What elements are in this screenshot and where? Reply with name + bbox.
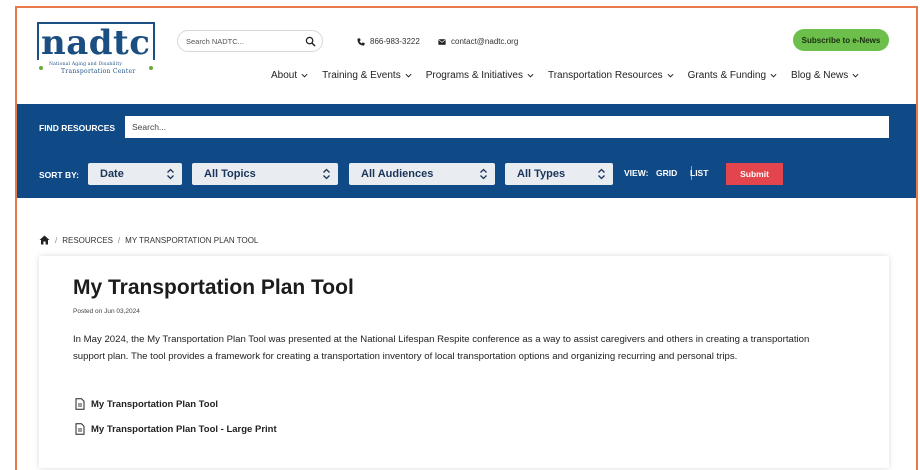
nav-label: About bbox=[271, 70, 298, 81]
chevron-down-icon bbox=[527, 73, 534, 78]
types-select-value: All Types bbox=[517, 168, 566, 180]
chevron-down-icon bbox=[770, 73, 777, 78]
main-nav: About Training & Events Programs & Initi… bbox=[271, 70, 859, 81]
nav-item-blog-news[interactable]: Blog & News bbox=[791, 70, 859, 81]
document-icon bbox=[75, 423, 85, 435]
file-link-large-print[interactable]: My Transportation Plan Tool - Large Prin… bbox=[75, 423, 277, 435]
chevron-down-icon bbox=[405, 73, 412, 78]
audiences-select-value: All Audiences bbox=[361, 168, 434, 180]
updown-chevron-icon bbox=[323, 168, 330, 180]
email-link[interactable]: contact@nadtc.org bbox=[438, 37, 518, 46]
document-icon bbox=[75, 398, 85, 410]
updown-chevron-icon bbox=[480, 168, 487, 180]
nav-label: Transportation Resources bbox=[547, 70, 663, 81]
nav-item-about[interactable]: About bbox=[271, 70, 308, 81]
nadtc-logo[interactable]: nadtc National Aging and Disability Tran… bbox=[37, 22, 157, 75]
nav-item-transportation-resources[interactable]: Transportation Resources bbox=[548, 70, 674, 81]
breadcrumb-resources[interactable]: RESOURCES bbox=[62, 236, 113, 245]
resource-search-input[interactable] bbox=[125, 116, 889, 138]
site-search bbox=[177, 30, 323, 52]
logo-line1: National Aging and Disability bbox=[49, 62, 123, 67]
topics-select-value: All Topics bbox=[204, 168, 256, 180]
breadcrumb-separator: / bbox=[55, 235, 58, 245]
nav-item-programs-initiatives[interactable]: Programs & Initiatives bbox=[426, 70, 534, 81]
logo-line2: Transportation Center bbox=[61, 68, 136, 75]
updown-chevron-icon bbox=[167, 168, 174, 180]
sort-select[interactable]: Date bbox=[88, 163, 182, 185]
phone-icon bbox=[357, 37, 365, 46]
page-title: My Transportation Plan Tool bbox=[73, 276, 354, 299]
nav-label: Training & Events bbox=[322, 70, 401, 81]
view-list-option[interactable]: LIST bbox=[690, 168, 708, 178]
sort-select-value: Date bbox=[100, 168, 124, 180]
breadcrumb: / RESOURCES / MY TRANSPORTATION PLAN TOO… bbox=[39, 235, 258, 245]
view-label: VIEW: bbox=[624, 168, 649, 178]
view-grid-option[interactable]: GRID bbox=[656, 168, 677, 178]
phone-number: 866-983-3222 bbox=[370, 37, 420, 46]
nav-item-training-events[interactable]: Training & Events bbox=[322, 70, 412, 81]
phone-link[interactable]: 866-983-3222 bbox=[357, 37, 420, 46]
envelope-icon bbox=[438, 38, 446, 45]
nav-label: Programs & Initiatives bbox=[425, 70, 523, 81]
file-link-label: My Transportation Plan Tool - Large Prin… bbox=[91, 423, 277, 435]
audiences-select[interactable]: All Audiences bbox=[349, 163, 495, 185]
search-icon[interactable] bbox=[305, 36, 316, 47]
chevron-down-icon bbox=[852, 73, 859, 78]
resource-filter-bar: FIND RESOURCES SORT BY: Date All Topics … bbox=[17, 104, 916, 198]
chevron-down-icon bbox=[667, 73, 674, 78]
updown-chevron-icon bbox=[598, 168, 605, 180]
subscribe-button[interactable]: Subscribe to e-News bbox=[793, 29, 889, 51]
types-select[interactable]: All Types bbox=[505, 163, 613, 185]
breadcrumb-separator: / bbox=[117, 235, 121, 245]
file-link-label: My Transportation Plan Tool bbox=[91, 398, 219, 410]
email-address: contact@nadtc.org bbox=[451, 37, 519, 46]
nav-label: Blog & News bbox=[791, 70, 849, 81]
posted-date: Posted on Jun 03,2024 bbox=[73, 308, 140, 315]
site-search-input[interactable] bbox=[186, 34, 296, 49]
nav-item-grants-funding[interactable]: Grants & Funding bbox=[688, 70, 777, 81]
resource-description: In May 2024, the My Transportation Plan … bbox=[73, 334, 810, 362]
breadcrumb-current: MY TRANSPORTATION PLAN TOOL bbox=[125, 235, 259, 245]
page-frame: nadtc National Aging and Disability Tran… bbox=[15, 6, 918, 470]
resource-card: My Transportation Plan Tool Posted on Ju… bbox=[39, 256, 889, 468]
chevron-down-icon bbox=[301, 73, 308, 78]
home-icon[interactable] bbox=[39, 235, 50, 245]
file-link-standard[interactable]: My Transportation Plan Tool bbox=[75, 398, 218, 410]
sort-by-label: SORT BY: bbox=[39, 170, 79, 180]
logo-dot-left bbox=[39, 66, 43, 70]
topics-select[interactable]: All Topics bbox=[192, 163, 338, 185]
logo-wordmark: nadtc bbox=[41, 23, 151, 63]
logo-dot-right bbox=[149, 66, 153, 70]
submit-button[interactable]: Submit bbox=[726, 163, 783, 185]
nav-label: Grants & Funding bbox=[687, 70, 767, 81]
find-resources-label: FIND RESOURCES bbox=[39, 123, 116, 133]
